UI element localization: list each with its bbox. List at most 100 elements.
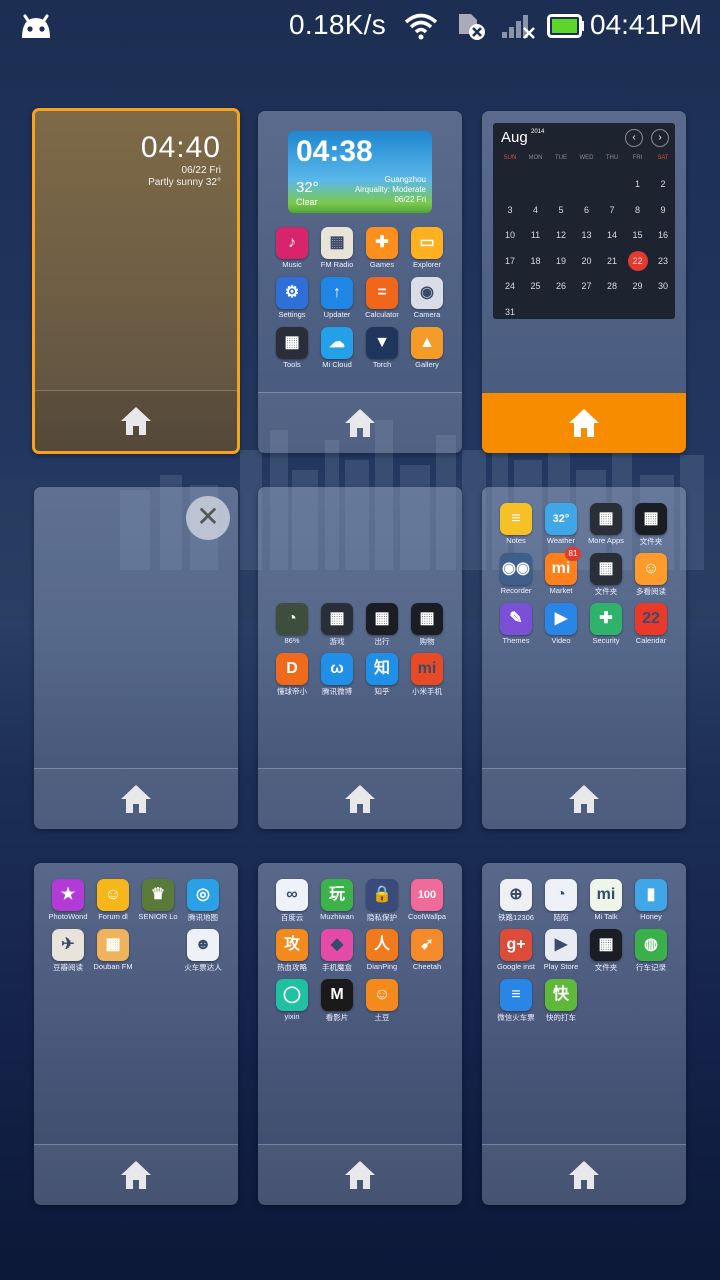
home-screen-3[interactable]: Aug 2014 ‹ › SUN MON TUE WED THU FRI SAT 1 2 3 4 5 6… [482,111,686,453]
calendar-day[interactable]: 19 [548,256,574,266]
app-icon[interactable]: ✚ [366,227,398,259]
app-icon[interactable]: ▶ [545,929,577,961]
app-icon[interactable]: ≡ [500,503,532,535]
calendar-day[interactable]: 15 [625,230,651,240]
app-icon[interactable]: ▼ [366,327,398,359]
home-screen-6[interactable]: ≡ Notes 32° Weather ▦ More Apps ▦ 文件夹 ◉◉ Recorder… [482,487,686,829]
calendar-next-icon[interactable]: › [651,129,669,147]
app-icon[interactable]: ▦ [635,503,667,535]
delete-screen-button[interactable]: ✕ [186,496,230,540]
app-icon[interactable]: ▦ [366,603,398,635]
app-icon[interactable]: ♛ [142,879,174,911]
app-icon[interactable]: 人 [366,929,398,961]
app-icon[interactable]: ♪ [276,227,308,259]
calendar-widget[interactable]: Aug 2014 ‹ › SUN MON TUE WED THU FRI SAT 1 2 3 4 5 6… [493,123,675,319]
app-icon[interactable]: ◯ [276,979,308,1011]
clock-widget[interactable]: 04:40 06/22 Fri Partly sunny 32° [141,131,221,189]
set-default-home-bar[interactable] [258,392,462,453]
app-icon[interactable]: ☁ [321,327,353,359]
calendar-day[interactable]: 22 [627,250,648,271]
app-icon[interactable]: ☺ [635,553,667,585]
calendar-day[interactable]: 21 [599,256,625,266]
calendar-day[interactable]: 6 [574,205,600,215]
app-icon[interactable]: ✚ [590,603,622,635]
calendar-day[interactable]: 12 [548,230,574,240]
app-icon[interactable]: mi [590,879,622,911]
app-icon[interactable]: 22 [635,603,667,635]
app-icon[interactable]: ▦ [321,227,353,259]
app-icon[interactable]: ◎ [187,879,219,911]
app-icon[interactable]: ☺ [366,979,398,1011]
calendar-day[interactable]: 30 [650,281,676,291]
app-icon[interactable]: mi [411,653,443,685]
app-icon[interactable]: 🔒 [366,879,398,911]
app-icon[interactable]: ◍ [635,929,667,961]
set-default-home-bar[interactable] [482,1144,686,1205]
home-screen-1[interactable]: 04:40 06/22 Fri Partly sunny 32° [32,108,240,454]
app-icon[interactable]: ▲ [411,327,443,359]
home-screen-8[interactable]: ∞ 百度云玩 Muzhiwan 🔒 隐私保护 100 CoolWallpa 攻热血攻略 ◆ 手机魔… [258,863,462,1205]
app-icon[interactable]: ☺ [97,879,129,911]
calendar-day[interactable]: 2 [650,179,676,189]
app-icon[interactable]: ▮ [635,879,667,911]
app-icon[interactable]: ▦ [590,553,622,585]
app-icon[interactable]: 32° [545,503,577,535]
app-icon[interactable]: ➹ [411,929,443,961]
default-home-bar[interactable] [482,393,686,453]
app-icon[interactable]: g+ [500,929,532,961]
app-icon[interactable]: ω [321,653,353,685]
app-icon[interactable]: ☻ [187,929,219,961]
app-icon[interactable]: 玩 [321,879,353,911]
calendar-day[interactable]: 20 [574,256,600,266]
app-icon[interactable]: D [276,653,308,685]
set-default-home-bar[interactable] [34,768,238,829]
calendar-day[interactable]: 8 [625,205,651,215]
calendar-day[interactable]: 16 [650,230,676,240]
calendar-day[interactable]: 23 [650,256,676,266]
home-screen-5[interactable]: ◔ 86% ▦ 游戏 ▦ 出行 ▦ 购物 D 懂球帝小 ω 腾讯微博知知乎 mi 小米手机 [258,487,462,829]
app-icon[interactable]: ◉ [411,277,443,309]
calendar-day[interactable]: 4 [523,205,549,215]
set-default-home-bar[interactable] [258,1144,462,1205]
app-icon[interactable]: 知 [366,653,398,685]
app-icon[interactable]: ✎ [500,603,532,635]
app-icon[interactable]: ⚙ [276,277,308,309]
app-icon[interactable]: ∞ [276,879,308,911]
app-icon[interactable]: ◆ [321,929,353,961]
app-icon[interactable]: ⊕ [500,879,532,911]
app-icon[interactable]: ≡ [500,979,532,1011]
app-icon[interactable]: 100 [411,879,443,911]
app-icon[interactable]: ▭ [411,227,443,259]
calendar-day[interactable]: 14 [599,230,625,240]
app-icon[interactable]: ◔ [545,879,577,911]
calendar-day[interactable]: 10 [497,230,523,240]
calendar-day[interactable]: 29 [625,281,651,291]
home-screen-7[interactable]: ★ PhotoWond ☺ Forum dl ♛ SENIOR Lo ◎ 腾讯地图 ✈ 豆瓣阅读 ▦… [34,863,238,1205]
app-icon[interactable]: 快 [545,979,577,1011]
calendar-day[interactable]: 9 [650,205,676,215]
calendar-day[interactable]: 17 [497,256,523,266]
calendar-day[interactable]: 11 [523,230,549,240]
app-icon[interactable]: ◉◉ [500,553,532,585]
set-default-home-bar[interactable] [482,768,686,829]
calendar-day[interactable]: 26 [548,281,574,291]
calendar-day[interactable]: 31 [497,307,523,317]
weather-widget[interactable]: 04:38 32° Clear Guangzhou Airquality: Mo… [288,131,432,213]
app-icon[interactable]: ▶ [545,603,577,635]
calendar-day[interactable]: 27 [574,281,600,291]
app-icon[interactable]: ◔ [276,603,308,635]
set-default-home-bar[interactable] [34,1144,238,1205]
calendar-day[interactable]: 1 [625,179,651,189]
app-icon[interactable]: = [366,277,398,309]
app-icon[interactable]: ▦ [590,929,622,961]
app-icon[interactable]: 攻 [276,929,308,961]
app-icon[interactable]: ↑ [321,277,353,309]
calendar-prev-icon[interactable]: ‹ [625,129,643,147]
calendar-day[interactable]: 13 [574,230,600,240]
calendar-day[interactable]: 18 [523,256,549,266]
app-icon[interactable]: ▦ [97,929,129,961]
calendar-day[interactable]: 28 [599,281,625,291]
home-screen-2[interactable]: 04:38 32° Clear Guangzhou Airquality: Mo… [258,111,462,453]
app-icon[interactable]: ▦ [276,327,308,359]
calendar-day[interactable]: 25 [523,281,549,291]
